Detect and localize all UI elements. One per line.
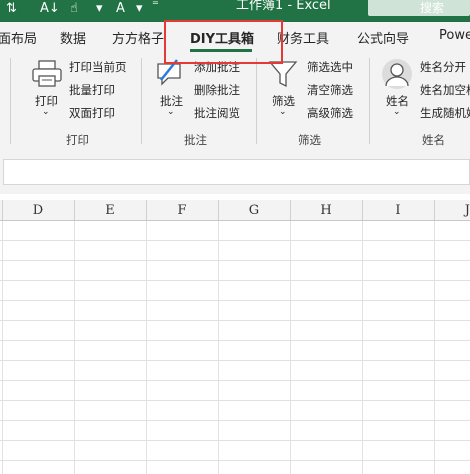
tab-data[interactable]: 数据 xyxy=(60,28,86,47)
filter-group-label: 筛选 xyxy=(298,133,321,147)
print-dropdown-icon[interactable]: ⌄ xyxy=(42,107,50,117)
touch-dropdown-icon[interactable]: ▾ xyxy=(96,1,103,16)
tab-power[interactable]: Power xyxy=(439,28,470,43)
comment-group-label: 批注 xyxy=(184,133,207,147)
search-label: 搜索 xyxy=(420,1,445,15)
customize-toolbar-icon[interactable]: ⁼ xyxy=(152,0,159,13)
tab-page-layout[interactable]: 面布局 xyxy=(0,28,37,47)
sort-az-icon[interactable]: A↓ xyxy=(40,1,60,16)
comment-dropdown-icon[interactable]: ⌄ xyxy=(167,107,175,117)
search-box[interactable]: 搜索 xyxy=(368,0,470,16)
batch-print-button[interactable]: 批量打印 xyxy=(69,82,115,98)
name-dropdown-icon[interactable]: ⌄ xyxy=(393,107,401,117)
column-header-i[interactable]: I xyxy=(362,203,434,218)
column-header-row: D E F G H I J xyxy=(0,200,470,221)
name-group-label: 姓名 xyxy=(422,133,445,147)
group-separator xyxy=(256,58,257,144)
split-name-button[interactable]: 姓名分开 xyxy=(420,59,466,75)
title-bar: ⇅ A↓ ☝ ▾ A ▾ ⁼ 工作簿1 - Excel 搜索 xyxy=(0,0,470,22)
group-separator xyxy=(141,58,142,144)
ribbon: ⁞ 打印 ⌄ 打印当前页 批量打印 双面打印 打印 批注 ⌄ 添加批注 删除批注… xyxy=(0,52,470,151)
print-group-label: 打印 xyxy=(66,133,89,147)
tab-finance-tools[interactable]: 财务工具 xyxy=(277,28,329,47)
review-comments-button[interactable]: 批注阅览 xyxy=(194,105,240,121)
font-color-icon[interactable]: A xyxy=(116,1,125,16)
formula-input[interactable] xyxy=(3,159,470,185)
clear-filter-button[interactable]: 清空筛选 xyxy=(307,82,353,98)
column-header-f[interactable]: F xyxy=(146,203,218,218)
touch-mode-icon[interactable]: ☝ xyxy=(70,1,78,16)
column-header-d[interactable]: D xyxy=(2,203,74,218)
tab-formula-wizard[interactable]: 公式向导 xyxy=(357,28,409,47)
group-separator xyxy=(10,58,11,144)
random-name-button[interactable]: 生成随机姓 xyxy=(420,105,470,121)
advanced-filter-button[interactable]: 高级筛选 xyxy=(307,105,353,121)
filter-dropdown-icon[interactable]: ⌄ xyxy=(279,107,287,117)
person-icon xyxy=(382,59,412,89)
column-header-h[interactable]: H xyxy=(290,203,362,218)
printer-icon xyxy=(32,60,62,87)
sort-icon[interactable]: ⇅ xyxy=(6,1,17,16)
column-header-g[interactable]: G xyxy=(218,203,290,218)
document-title: 工作簿1 - Excel xyxy=(236,0,331,13)
worksheet-grid[interactable] xyxy=(0,221,470,474)
delete-comment-button[interactable]: 删除批注 xyxy=(194,82,240,98)
column-header-j[interactable]: J xyxy=(432,203,470,218)
group-separator xyxy=(369,58,370,144)
tab-fangfang-gezi[interactable]: 方方格子 xyxy=(112,28,164,47)
filter-selected-button[interactable]: 筛选选中 xyxy=(307,59,353,75)
name-add-space-button[interactable]: 姓名加空格 xyxy=(420,82,470,98)
duplex-print-button[interactable]: 双面打印 xyxy=(69,105,115,121)
column-header-e[interactable]: E xyxy=(74,203,146,218)
print-current-page-button[interactable]: 打印当前页 xyxy=(69,59,127,75)
font-color-dropdown-icon[interactable]: ▾ xyxy=(136,1,143,16)
highlight-annotation-box xyxy=(164,20,283,64)
formula-bar-area xyxy=(0,150,470,194)
